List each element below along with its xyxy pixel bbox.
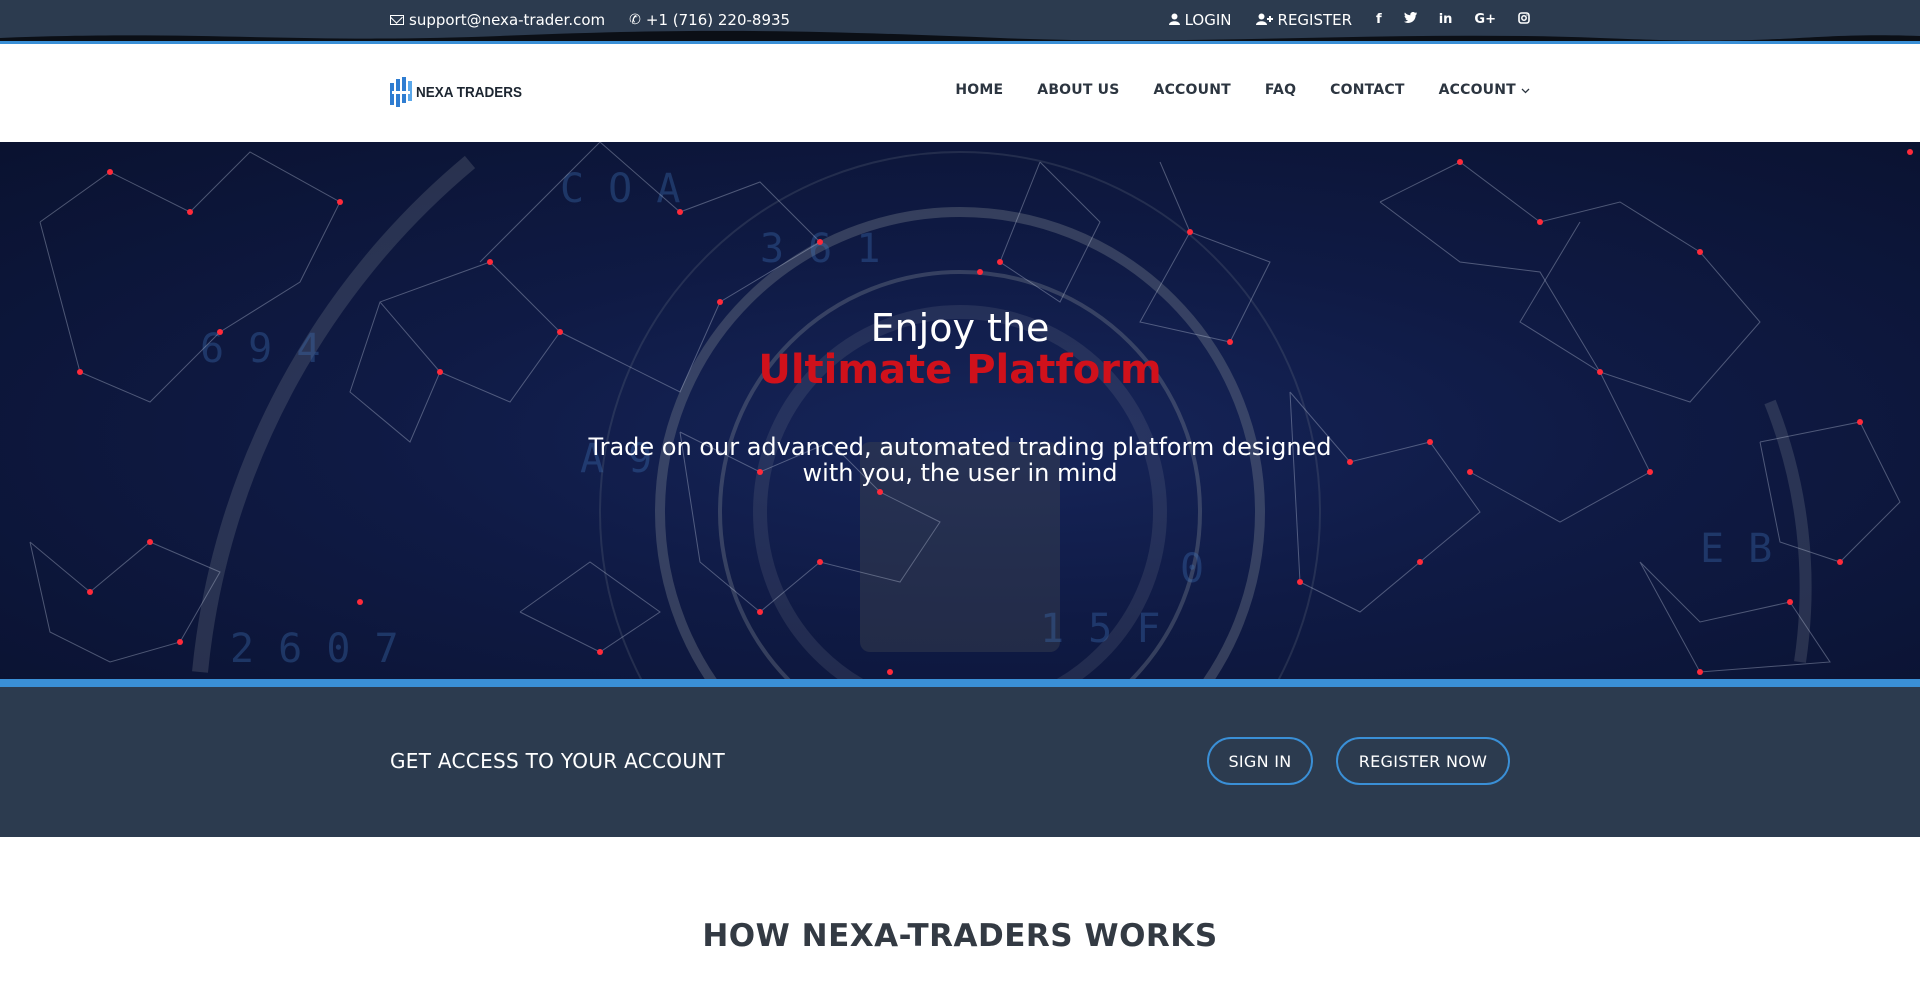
- hero-subtitle: Trade on our advanced, automated trading…: [0, 434, 1920, 486]
- svg-text:0: 0: [1180, 546, 1204, 592]
- sign-in-button[interactable]: SIGN IN: [1207, 737, 1313, 785]
- hero-title: Enjoy the: [870, 306, 1050, 350]
- email-link[interactable]: support@nexa-trader.com: [390, 11, 605, 29]
- facebook-icon[interactable]: f: [1376, 12, 1382, 28]
- phone-link[interactable]: ✆ +1 (716) 220-8935: [629, 11, 790, 29]
- hero-accent-title: Ultimate Platform: [758, 347, 1162, 393]
- nav-about-us[interactable]: ABOUT US: [1037, 82, 1119, 98]
- chevron-down-icon: [1521, 82, 1530, 98]
- nav-account[interactable]: ACCOUNT: [1154, 82, 1231, 98]
- topbar-actions: LOGIN REGISTER f in G+: [1168, 11, 1530, 29]
- hero-accent-line: [0, 679, 1920, 687]
- nav-faq[interactable]: FAQ: [1265, 82, 1296, 98]
- access-title: GET ACCESS TO YOUR ACCOUNT: [390, 749, 726, 773]
- register-label: REGISTER: [1277, 11, 1353, 29]
- nav-contact[interactable]: CONTACT: [1330, 82, 1404, 98]
- account-access-band: GET ACCESS TO YOUR ACCOUNT SIGN IN REGIS…: [0, 687, 1920, 837]
- how-it-works-title: HOW NEXA-TRADERS WORKS: [702, 918, 1218, 954]
- contact-info: support@nexa-trader.com ✆ +1 (716) 220-8…: [390, 11, 790, 29]
- envelope-icon: [390, 15, 404, 25]
- svg-text:1 5 F: 1 5 F: [1040, 606, 1160, 652]
- hero-network-background: C O A6 9 4 01 5 F 2 6 0 7A 9 E B3 6 1: [29, 142, 1913, 679]
- svg-text:E B: E B: [1700, 526, 1772, 572]
- hero-section: C O A6 9 4 01 5 F 2 6 0 7A 9 E B3 6 1 En…: [0, 142, 1920, 679]
- phone-text: +1 (716) 220-8935: [645, 11, 791, 29]
- nav-account-dropdown[interactable]: ACCOUNT: [1439, 82, 1530, 98]
- svg-text:C O A: C O A: [560, 166, 680, 212]
- svg-text:3 6 1: 3 6 1: [760, 226, 880, 272]
- phone-icon: ✆: [629, 12, 641, 28]
- site-logo[interactable]: NEXA TRADERS: [390, 77, 534, 107]
- logo-text: NEXA TRADERS: [416, 83, 523, 101]
- register-link[interactable]: REGISTER: [1255, 11, 1353, 29]
- email-text: support@nexa-trader.com: [409, 11, 606, 29]
- nav-account-dropdown-label: ACCOUNT: [1438, 82, 1516, 98]
- login-label: LOGIN: [1184, 11, 1232, 29]
- register-now-button[interactable]: REGISTER NOW: [1336, 737, 1510, 785]
- login-link[interactable]: LOGIN: [1168, 11, 1232, 29]
- hero-subtitle-line-2: with you, the user in mind: [802, 459, 1118, 487]
- hero-subtitle-line-1: Trade on our advanced, automated trading…: [588, 433, 1332, 461]
- google-plus-icon[interactable]: G+: [1474, 12, 1496, 28]
- logo-mark-icon: [390, 77, 414, 107]
- svg-text:2 6 0 7: 2 6 0 7: [230, 626, 399, 672]
- user-plus-icon: [1255, 11, 1273, 29]
- nav-home[interactable]: HOME: [955, 82, 1003, 98]
- instagram-icon[interactable]: [1518, 11, 1530, 29]
- user-icon: [1168, 11, 1180, 29]
- social-links: f in G+: [1376, 11, 1530, 29]
- main-nav: HOME ABOUT US ACCOUNT FAQ CONTACT ACCOUN…: [955, 82, 1530, 98]
- main-header: NEXA TRADERS HOME ABOUT US ACCOUNT FAQ C…: [0, 44, 1920, 142]
- twitter-icon[interactable]: [1403, 12, 1417, 28]
- linkedin-icon[interactable]: in: [1439, 12, 1453, 28]
- topbar-wave-decoration: [0, 30, 1920, 44]
- top-bar: support@nexa-trader.com ✆ +1 (716) 220-8…: [0, 0, 1920, 44]
